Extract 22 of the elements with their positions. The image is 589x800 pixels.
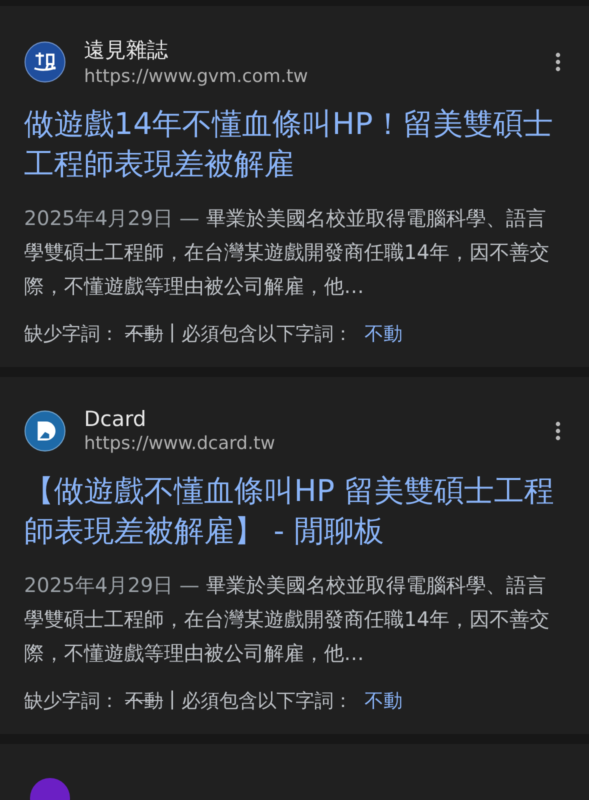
must-include-label: 必須包含以下字詞：: [181, 689, 352, 714]
site-url: https://www.dcard.tw: [84, 433, 276, 454]
site-name: Dcard: [84, 407, 148, 431]
result-snippet: 2025年4月29日 — 畢業於美國名校並取得電腦科學、語言學雙碩士工程師，在台灣某遊戲開發商任職14年，因不善交際，不懂遊戲等理由被公司解雇，他…: [24, 205, 550, 300]
must-include-label: 必須包含以下字詞：: [181, 322, 352, 347]
result-title-link[interactable]: 【做遊戲不懂血條叫HP 留美雙碩士工程師表現差被解雇】 - 閒聊板: [24, 472, 565, 552]
must-include-link[interactable]: 不動: [364, 688, 402, 714]
site-logo-icon: [24, 40, 66, 82]
result-title-link[interactable]: 做遊戲14年不懂血條叫HP！留美雙碩士工程師表現差被解雇: [24, 105, 565, 185]
site-url: https://www.gvm.com.tw: [84, 66, 310, 87]
missing-word: 不動: [125, 322, 163, 347]
separator: |: [169, 321, 176, 345]
missing-word: 不動: [125, 689, 163, 714]
more-options-icon[interactable]: [555, 52, 561, 72]
more-options-icon[interactable]: [555, 420, 561, 440]
missing-words-label: 缺少字詞：: [24, 689, 119, 714]
site-name: 遠見雜誌: [84, 37, 169, 64]
separator: |: [169, 688, 176, 712]
missing-words-label: 缺少字詞：: [24, 322, 119, 347]
site-logo-icon: [24, 410, 66, 452]
result-snippet: 2025年4月29日 — 畢業於美國名校並取得電腦科學、語言學雙碩士工程師，在台灣某遊戲開發商任職14年，因不善交際，不懂遊戲等理由被公司解雇，他…: [24, 572, 550, 667]
must-include-link[interactable]: 不動: [364, 321, 402, 347]
